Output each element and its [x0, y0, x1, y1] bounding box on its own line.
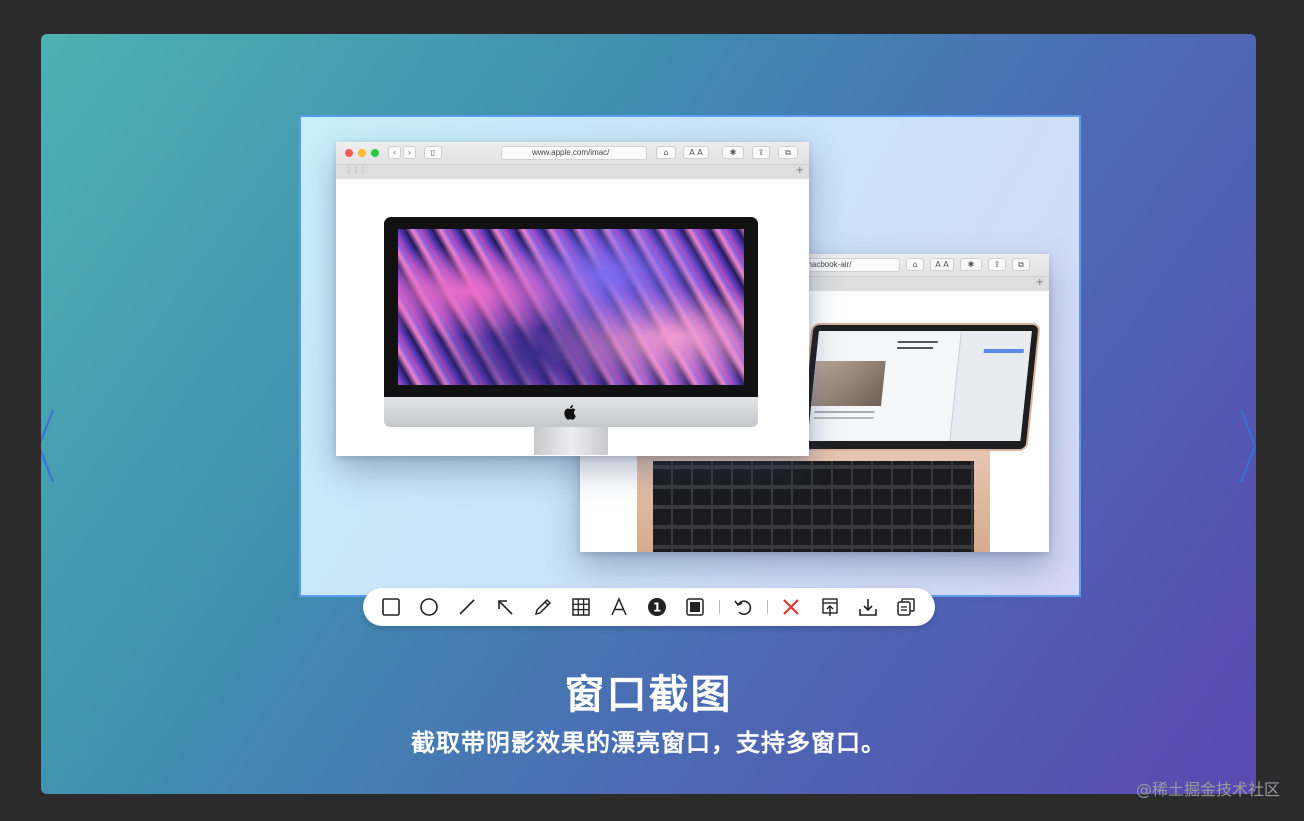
toolbar-divider [767, 600, 768, 614]
arrow-icon[interactable] [495, 597, 515, 617]
feature-slide: /macbook-air/ ⌂ A A ✱ ⇪ ⧉ + ‹ › ▯ www.ap… [41, 34, 1256, 794]
apple-logo-icon [563, 404, 579, 420]
reader-icon: ✱ [722, 146, 744, 159]
toolbar-bar: ‹ › ▯ www.apple.com/imac/ ⌂ A A ✱ ⇪ ⧉ [336, 142, 809, 165]
home-icon: ⌂ [906, 258, 924, 271]
imac-chin [384, 397, 758, 427]
number-marker-label: 1 [653, 601, 661, 615]
feature-subtitle: 截取带阴影效果的漂亮窗口，支持多窗口。 [411, 729, 886, 757]
pencil-icon[interactable] [533, 597, 553, 617]
watermark: @稀土掘金技术社区 [1135, 780, 1280, 799]
url-field: www.apple.com/imac/ [501, 146, 647, 160]
toolbar-divider [719, 600, 720, 614]
mosaic-icon[interactable] [571, 597, 591, 617]
tabs-icon: ⧉ [778, 146, 798, 159]
prev-arrow-icon[interactable] [41, 406, 57, 486]
reader-icon: ✱ [960, 258, 982, 271]
back-icon: ‹ [388, 146, 401, 159]
keyboard [653, 461, 974, 552]
pin-icon[interactable] [820, 597, 840, 617]
copy-icon[interactable] [896, 597, 916, 617]
imac-stand [534, 427, 608, 455]
new-tab-icon: + [1035, 277, 1044, 288]
macbook-base [637, 445, 990, 552]
macbook-screen [807, 331, 1032, 441]
share-icon: ⇪ [988, 258, 1006, 271]
line-icon[interactable] [457, 597, 477, 617]
next-arrow-icon[interactable] [1237, 406, 1256, 486]
minimize-dot-icon[interactable] [358, 149, 366, 157]
text-icon[interactable] [609, 597, 629, 617]
close-icon[interactable] [781, 597, 801, 617]
page-content [336, 179, 809, 456]
undo-icon[interactable] [733, 597, 753, 617]
sidebar-icon: ▯ [424, 146, 442, 159]
tab-bar: ⋮⋮⋮ + [336, 165, 809, 180]
grid-icon: ⋮⋮⋮ [345, 166, 367, 175]
new-tab-icon: + [795, 165, 804, 176]
ellipse-icon[interactable] [419, 597, 439, 617]
download-icon[interactable] [858, 597, 878, 617]
imac-display [384, 217, 758, 397]
share-icon: ⇪ [752, 146, 770, 159]
text-size-button: A A [930, 258, 954, 271]
screenshot-preview: /macbook-air/ ⌂ A A ✱ ⇪ ⧉ + ‹ › ▯ www.ap… [299, 115, 1081, 597]
annotation-toolbar: 1 [363, 588, 935, 626]
tabs-icon: ⧉ [1012, 258, 1030, 271]
imac-wallpaper [398, 229, 744, 385]
number-marker-icon[interactable]: 1 [647, 597, 667, 617]
zoom-dot-icon[interactable] [371, 149, 379, 157]
rectangle-icon[interactable] [381, 597, 401, 617]
feature-title: 窗口截图 [564, 672, 733, 718]
window-frame-icon[interactable] [685, 597, 705, 617]
text-size-button: A A [683, 146, 709, 159]
browser-window-imac: ‹ › ▯ www.apple.com/imac/ ⌂ A A ✱ ⇪ ⧉ ⋮⋮… [336, 142, 809, 456]
home-icon: ⌂ [656, 146, 676, 159]
close-dot-icon[interactable] [345, 149, 353, 157]
forward-icon: › [403, 146, 416, 159]
macbook-lid [798, 323, 1041, 451]
